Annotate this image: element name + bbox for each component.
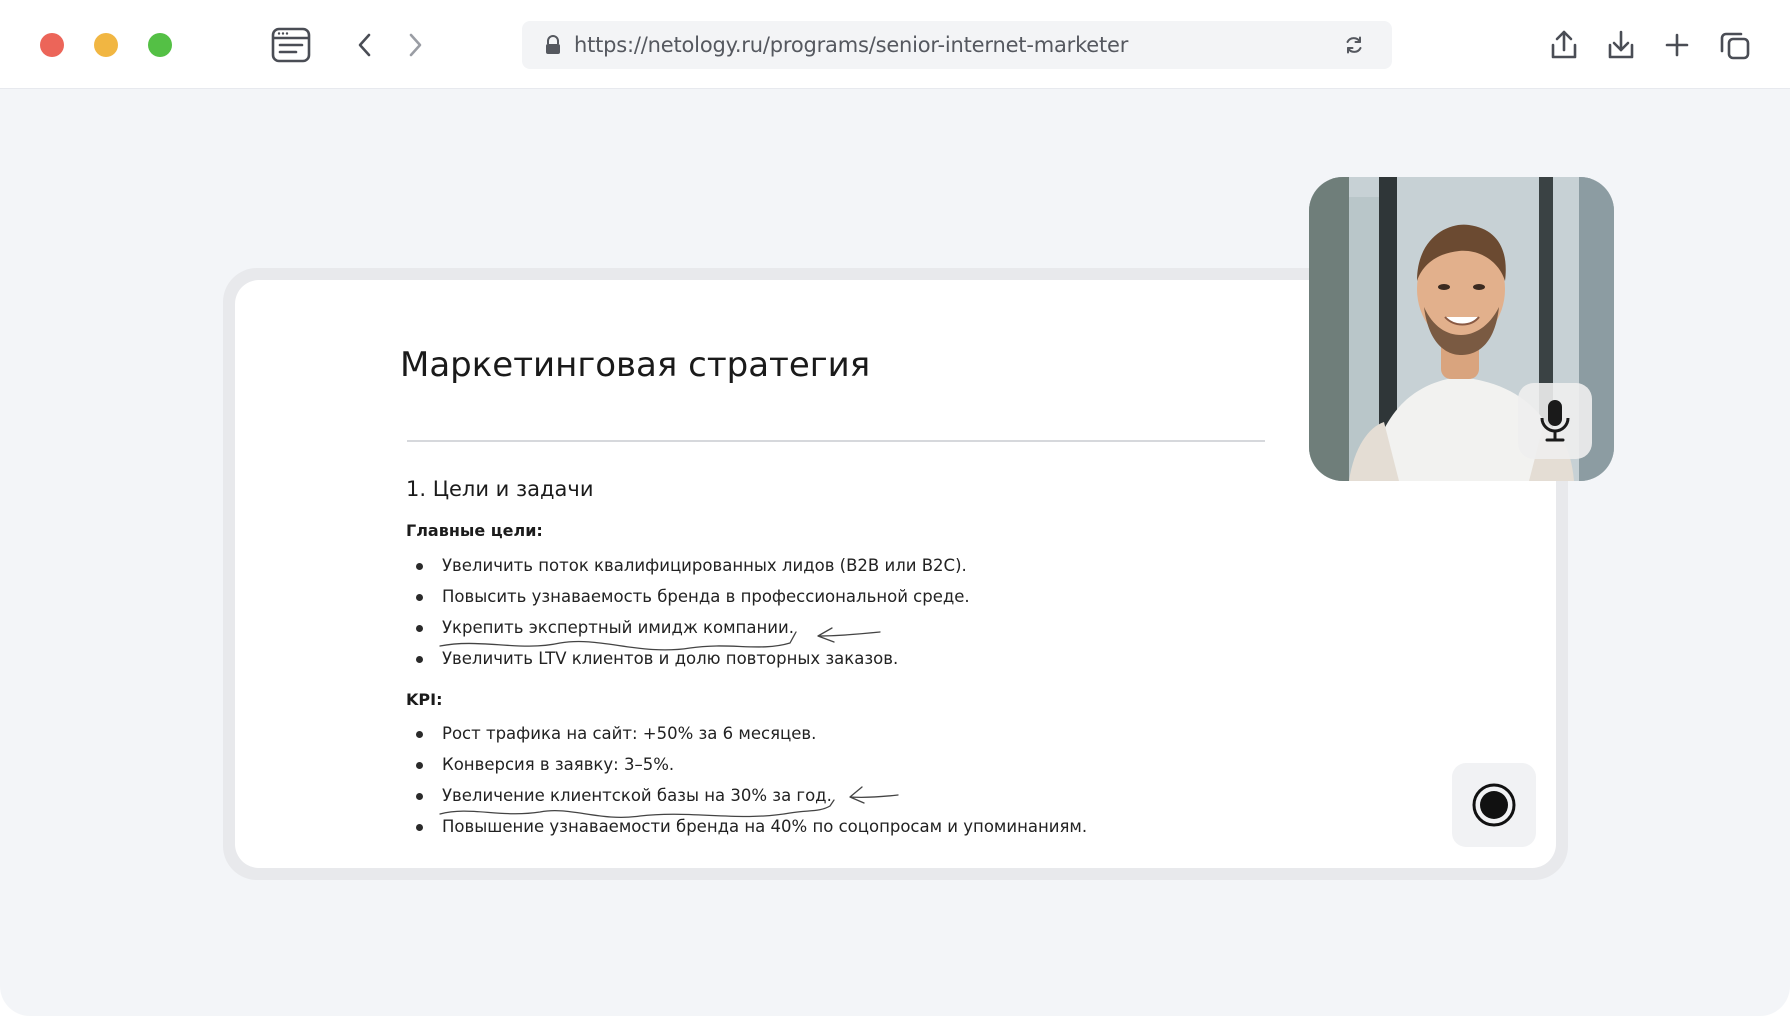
list-item: Конверсия в заявку: 3–5%. bbox=[414, 749, 1087, 780]
url-text: https://netology.ru/programs/senior-inte… bbox=[574, 33, 1129, 57]
list-item: Повышение узнаваемости бренда на 40% по … bbox=[414, 811, 1087, 842]
close-window-button[interactable] bbox=[40, 33, 64, 57]
maximize-window-button[interactable] bbox=[148, 33, 172, 57]
record-icon[interactable] bbox=[1452, 763, 1536, 847]
chevron-right-icon[interactable] bbox=[402, 30, 428, 60]
microphone-icon[interactable] bbox=[1518, 383, 1592, 459]
slide-title: Маркетинговая стратегия bbox=[400, 345, 871, 385]
kpi-list: Рост трафика на сайт: +50% за 6 месяцев.… bbox=[414, 718, 1087, 842]
goals-list: Увеличить поток квалифицированных лидов … bbox=[414, 550, 970, 674]
browser-window: https://netology.ru/programs/senior-inte… bbox=[0, 0, 1790, 1016]
kpi-label: KPI: bbox=[406, 690, 443, 709]
list-item: Повысить узнаваемость бренда в профессио… bbox=[414, 581, 970, 612]
list-item: Увеличение клиентской базы на 30% за год… bbox=[414, 780, 1087, 811]
title-divider bbox=[407, 440, 1265, 442]
browser-toolbar: https://netology.ru/programs/senior-inte… bbox=[0, 0, 1790, 89]
sidebar-icon[interactable] bbox=[270, 26, 312, 64]
reload-icon[interactable] bbox=[1342, 33, 1366, 57]
goals-label: Главные цели: bbox=[406, 521, 543, 540]
download-icon[interactable] bbox=[1605, 28, 1637, 62]
address-bar[interactable]: https://netology.ru/programs/senior-inte… bbox=[522, 21, 1392, 69]
lock-icon bbox=[542, 34, 564, 56]
share-icon[interactable] bbox=[1548, 28, 1580, 62]
list-item: Увеличить поток квалифицированных лидов … bbox=[414, 550, 970, 581]
minimize-window-button[interactable] bbox=[94, 33, 118, 57]
plus-icon[interactable] bbox=[1662, 30, 1692, 60]
chevron-left-icon[interactable] bbox=[352, 30, 378, 60]
tabs-overview-icon[interactable] bbox=[1718, 28, 1752, 62]
list-item: Увеличить LTV клиентов и долю повторных … bbox=[414, 643, 970, 674]
list-item: Укрепить экспертный имидж компании. bbox=[414, 612, 970, 643]
section-heading: 1. Цели и задачи bbox=[406, 477, 594, 501]
list-item: Рост трафика на сайт: +50% за 6 месяцев. bbox=[414, 718, 1087, 749]
